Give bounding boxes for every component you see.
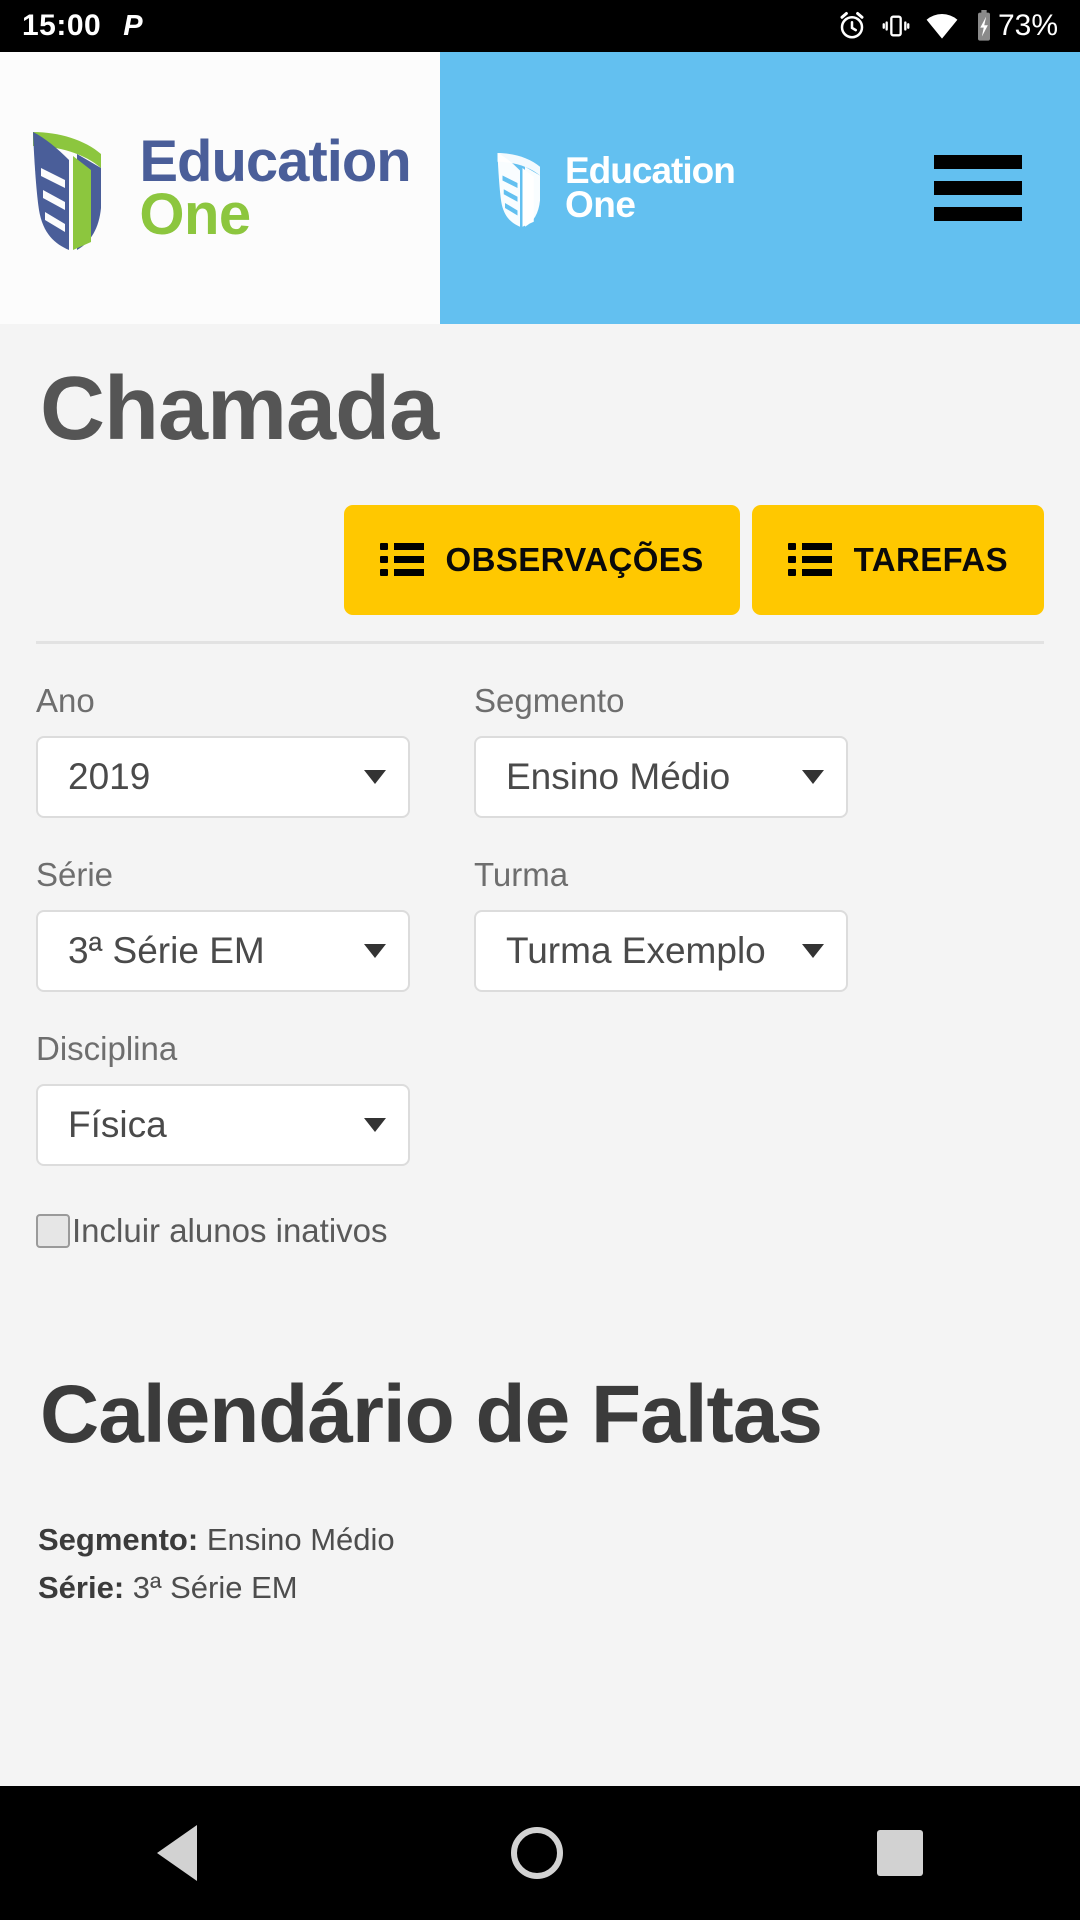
wifi-icon xyxy=(926,14,958,39)
include-inactive-label: Incluir alunos inativos xyxy=(72,1212,388,1249)
logo-line-2: One xyxy=(139,182,251,247)
filters-form: Ano 2019 Segmento Ensino Médio Série 3ª … xyxy=(0,682,1080,1250)
meta-serie: Série: 3ª Série EM xyxy=(38,1564,1080,1612)
observacoes-button[interactable]: OBSERVAÇÕES xyxy=(343,505,740,615)
logo-wordmark: Education One xyxy=(139,128,411,247)
education-one-logo-white[interactable]: Education One xyxy=(494,148,736,228)
recents-square-icon[interactable] xyxy=(877,1830,923,1876)
label-serie: Série xyxy=(36,856,114,893)
field-turma: Turma Turma Exemplo xyxy=(474,856,848,992)
back-triangle-icon[interactable] xyxy=(157,1825,197,1881)
logo-wordmark-white: Education One xyxy=(565,149,736,225)
chevron-down-icon xyxy=(364,944,386,958)
form-row-1: Ano 2019 Segmento Ensino Médio xyxy=(36,682,1044,818)
field-serie: Série 3ª Série EM xyxy=(36,856,410,992)
pico-app-icon: P xyxy=(123,9,143,42)
chevron-down-icon xyxy=(802,770,824,784)
logo-line-1-white: Education xyxy=(565,149,736,191)
label-turma: Turma xyxy=(474,856,569,893)
field-ano: Ano 2019 xyxy=(36,682,410,818)
select-serie-value: 3ª Série EM xyxy=(68,930,265,971)
select-serie[interactable]: 3ª Série EM xyxy=(36,910,410,992)
android-nav-bar xyxy=(0,1786,1080,1920)
meta-segmento: Segmento: Ensino Médio xyxy=(38,1516,1080,1564)
meta-segmento-value: Ensino Médio xyxy=(206,1522,395,1557)
select-ano[interactable]: 2019 xyxy=(36,736,410,818)
battery-charging-icon xyxy=(977,10,990,41)
label-disciplina: Disciplina xyxy=(36,1030,178,1067)
hamburger-bar-2 xyxy=(934,181,1022,195)
list-icon xyxy=(379,543,424,577)
logo-line-2-white: One xyxy=(565,184,636,225)
hamburger-bar-3 xyxy=(934,207,1022,221)
select-segmento[interactable]: Ensino Médio xyxy=(474,736,848,818)
select-disciplina[interactable]: Física xyxy=(36,1084,410,1166)
page-title: Chamada xyxy=(40,359,439,459)
status-icons xyxy=(837,10,994,42)
status-clock: 15:00 xyxy=(22,9,102,42)
include-inactive-checkbox[interactable] xyxy=(36,1214,70,1248)
header-blue-bar: Education One xyxy=(440,52,1080,324)
select-ano-value: 2019 xyxy=(68,756,151,797)
field-segmento: Segmento Ensino Médio xyxy=(474,682,848,818)
logo-line-1: Education xyxy=(139,128,411,194)
observacoes-label: OBSERVAÇÕES xyxy=(445,541,704,578)
select-disciplina-value: Física xyxy=(68,1104,167,1145)
phone-screen: 15:00 P 73% Education One Education One … xyxy=(0,0,1080,1920)
home-circle-icon[interactable] xyxy=(511,1827,563,1879)
alarm-icon xyxy=(840,12,864,39)
meta-serie-value: 3ª Série EM xyxy=(132,1570,298,1606)
action-buttons-row: OBSERVAÇÕES TAREFAS xyxy=(0,505,1044,615)
hamburger-bar-1 xyxy=(934,155,1022,169)
meta-serie-label: Série: xyxy=(38,1570,125,1606)
vibrate-icon xyxy=(882,15,910,37)
chevron-down-icon xyxy=(364,770,386,784)
calendar-section-title: Calendário de Faltas xyxy=(40,1369,823,1460)
label-segmento: Segmento xyxy=(474,682,625,719)
field-disciplina: Disciplina Física xyxy=(36,1030,410,1166)
battery-percent: 73% xyxy=(997,9,1058,42)
chevron-down-icon xyxy=(364,1118,386,1132)
section-divider xyxy=(36,641,1044,644)
calendar-meta: Segmento: Ensino Médio Série: 3ª Série E… xyxy=(38,1516,1080,1612)
label-ano: Ano xyxy=(36,682,95,719)
include-inactive-row[interactable]: Incluir alunos inativos xyxy=(36,1212,1044,1250)
shield-book-logo-icon xyxy=(29,124,125,252)
shield-book-logo-icon-white xyxy=(494,148,556,228)
android-status-bar: 15:00 P 73% xyxy=(0,0,1080,52)
main-content: Chamada OBSERVAÇÕES TAREFAS Ano 2019 Seg… xyxy=(0,324,1080,1786)
form-row-2: Série 3ª Série EM Turma Turma Exemplo xyxy=(36,856,1044,992)
form-row-3: Disciplina Física xyxy=(36,1030,1044,1166)
chevron-down-icon xyxy=(802,944,824,958)
select-segmento-value: Ensino Médio xyxy=(506,756,731,797)
tarefas-button[interactable]: TAREFAS xyxy=(751,505,1044,615)
tarefas-label: TAREFAS xyxy=(853,541,1008,578)
select-turma[interactable]: Turma Exemplo xyxy=(474,910,848,992)
header-logo-area: Education One xyxy=(0,52,440,324)
list-icon xyxy=(787,543,832,577)
site-header: Education One Education One xyxy=(0,52,1080,324)
education-one-logo[interactable]: Education One xyxy=(29,124,412,252)
hamburger-menu-icon[interactable] xyxy=(934,155,1022,221)
meta-segmento-label: Segmento: xyxy=(38,1522,199,1557)
select-turma-value: Turma Exemplo xyxy=(506,930,766,971)
